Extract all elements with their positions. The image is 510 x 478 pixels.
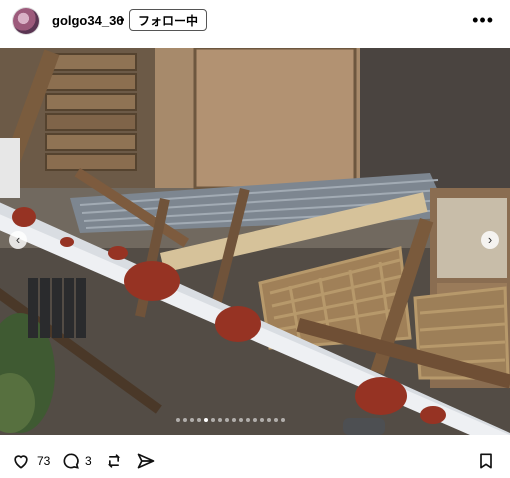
carousel-dot: [260, 418, 264, 422]
carousel-dot: [281, 418, 285, 422]
carousel-dot: [225, 418, 229, 422]
more-icon[interactable]: •••: [472, 10, 494, 31]
carousel-indicator: [176, 418, 285, 422]
post-header: golgo34_36 • フォロー中 •••: [0, 0, 510, 44]
carousel-dot: [239, 418, 243, 422]
carousel-dot: [197, 418, 201, 422]
paper-plane-icon[interactable]: [136, 451, 156, 471]
comment-count: 3: [85, 454, 92, 468]
debris-photo: [0, 48, 510, 435]
comment-icon[interactable]: [61, 451, 81, 471]
carousel-dot: [246, 418, 250, 422]
header-separator: •: [120, 12, 125, 27]
carousel-dot: [176, 418, 180, 422]
carousel-dot: [183, 418, 187, 422]
heart-icon[interactable]: [11, 451, 31, 471]
repost-icon[interactable]: [104, 451, 124, 471]
profile-avatar[interactable]: [13, 8, 39, 34]
carousel-dot: [267, 418, 271, 422]
bookmark-icon[interactable]: [476, 451, 496, 471]
post-media[interactable]: [0, 48, 510, 435]
action-bar: 73 3: [0, 444, 510, 478]
carousel-dot: [232, 418, 236, 422]
follow-button[interactable]: フォロー中: [129, 9, 208, 31]
carousel-dot: [218, 418, 222, 422]
username[interactable]: golgo34_36: [52, 13, 124, 28]
carousel-dot: [204, 418, 208, 422]
chevron-right-icon[interactable]: ›: [481, 231, 499, 249]
carousel-dot: [190, 418, 194, 422]
carousel-dot: [274, 418, 278, 422]
carousel-dot: [211, 418, 215, 422]
carousel-dot: [253, 418, 257, 422]
chevron-left-icon[interactable]: ‹: [9, 231, 27, 249]
like-count: 73: [37, 454, 51, 468]
